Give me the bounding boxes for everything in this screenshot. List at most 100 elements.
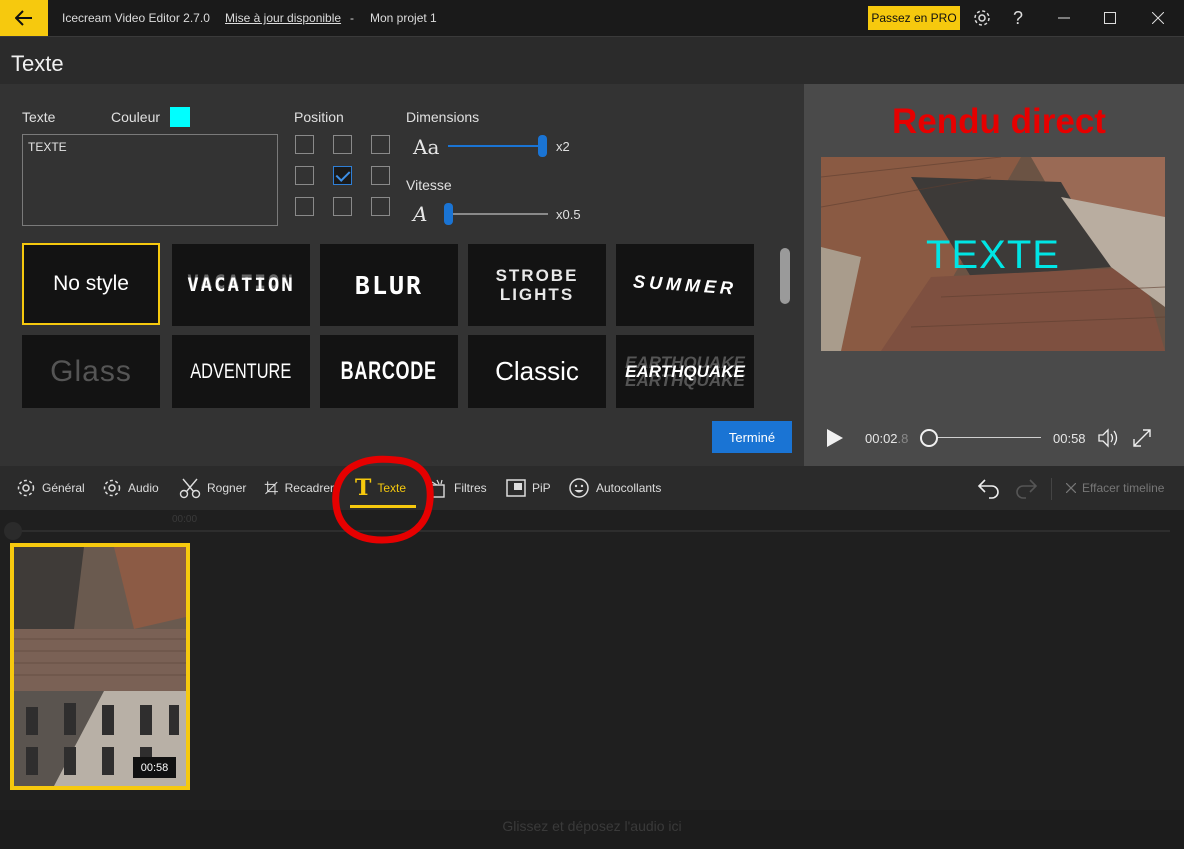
text-label: Texte	[22, 109, 56, 125]
gear-icon	[17, 479, 35, 497]
position-checkbox[interactable]	[295, 197, 314, 216]
tab-audio[interactable]: Audio	[102, 476, 159, 500]
position-checkbox[interactable]	[295, 166, 314, 185]
style-tile-classic[interactable]: Classic	[468, 335, 606, 408]
text-input[interactable]	[22, 134, 278, 226]
size-slider-thumb[interactable]	[538, 135, 547, 157]
app-name: Icecream Video Editor 2.7.0	[62, 11, 210, 25]
position-checkbox[interactable]	[333, 135, 352, 154]
smiley-icon	[569, 478, 589, 498]
style-tile-barcode[interactable]: BARCODE	[320, 335, 458, 408]
title-bar: Icecream Video Editor 2.7.0 Mise à jour …	[0, 0, 1184, 36]
color-label: Couleur	[111, 109, 161, 125]
back-button[interactable]	[0, 0, 48, 36]
tab-crop-label: Recadrer	[284, 481, 334, 495]
clip-duration-badge: 00:58	[133, 757, 176, 778]
tab-stickers-label: Autocollants	[596, 481, 662, 495]
undo-icon[interactable]	[977, 477, 1001, 504]
page-title: Texte	[11, 51, 64, 76]
tab-pip[interactable]: PiP	[506, 476, 551, 500]
tab-pip-label: PiP	[532, 481, 551, 495]
size-slider-fill	[448, 145, 542, 147]
style-tile-summer[interactable]: SUMMER	[616, 244, 754, 326]
preview-overlay-text: TEXTE	[926, 233, 1060, 277]
fullscreen-icon[interactable]	[1132, 428, 1152, 453]
x-icon	[1066, 483, 1076, 493]
preview-video: TEXTE	[821, 157, 1165, 351]
video-clip[interactable]	[10, 543, 190, 790]
timeline-ruler[interactable]	[12, 530, 1170, 532]
style-tile-label: Glass	[50, 354, 132, 388]
style-tile-label: BLUR	[354, 270, 424, 300]
tab-text-label: Texte	[377, 481, 407, 495]
position-checkbox[interactable]	[371, 135, 390, 154]
gear-icon[interactable]	[970, 6, 994, 30]
color-swatch[interactable]	[170, 107, 190, 127]
playback-thumb[interactable]	[920, 429, 938, 447]
position-checkbox[interactable]	[371, 197, 390, 216]
style-tile-strobe-lights[interactable]: STROBE LIGHTS	[468, 244, 606, 326]
audio-drop-hint: Glissez et déposez l'audio ici	[502, 818, 682, 834]
pro-button[interactable]: Passez en PRO	[868, 6, 960, 30]
speed-slider-track[interactable]	[448, 213, 548, 215]
tab-filters[interactable]: Filtres	[428, 476, 487, 500]
redo-icon[interactable]	[1014, 477, 1038, 504]
close-icon[interactable]	[1146, 6, 1170, 30]
style-tile-vacation[interactable]: VACATION	[172, 244, 310, 326]
position-checkbox[interactable]	[295, 135, 314, 154]
position-checkbox[interactable]	[333, 197, 352, 216]
project-name: Mon projet 1	[370, 11, 437, 25]
maximize-icon[interactable]	[1098, 6, 1122, 30]
minimize-icon[interactable]	[1052, 6, 1076, 30]
scissors-icon	[179, 478, 201, 499]
timeline-playhead[interactable]	[4, 522, 22, 540]
speed-value: x0.5	[556, 207, 581, 222]
style-tile-label: EARTHQUAKE	[625, 361, 745, 381]
style-tile-adventure[interactable]: ADVENTURE	[172, 335, 310, 408]
update-link[interactable]: Mise à jour disponible	[225, 11, 341, 25]
tab-general[interactable]: Général	[16, 476, 85, 500]
style-tile-label: VACATION	[187, 274, 295, 296]
tab-audio-label: Audio	[128, 481, 159, 495]
title-separator: -	[350, 11, 354, 25]
tab-stickers[interactable]: Autocollants	[568, 476, 661, 500]
speed-label: Vitesse	[406, 177, 452, 193]
style-tile-label: SUMMER	[632, 270, 738, 299]
speed-icon: A	[413, 202, 428, 226]
style-tile-label: Classic	[495, 356, 579, 386]
position-checkbox[interactable]	[333, 166, 352, 185]
tab-filters-label: Filtres	[454, 481, 487, 495]
clear-timeline-label: Effacer timeline	[1082, 481, 1165, 495]
style-tile-label: STROBE LIGHTS	[495, 266, 579, 304]
position-checkbox[interactable]	[371, 166, 390, 185]
size-value: x2	[556, 139, 570, 154]
active-tab-indicator	[350, 505, 416, 508]
clear-timeline-button[interactable]: Effacer timeline	[1066, 476, 1164, 500]
font-size-icon: Aa	[413, 135, 440, 159]
style-tile-label: BARCODE	[340, 357, 438, 385]
text-t-icon: T	[355, 475, 372, 501]
toolbar-divider	[1051, 478, 1052, 500]
audio-settings-icon	[103, 479, 121, 497]
tab-crop[interactable]: Recadrer	[264, 476, 334, 500]
speed-slider-thumb[interactable]	[444, 203, 453, 225]
style-tile-earthquake[interactable]: EARTHQUAKE	[616, 335, 754, 408]
filter-icon	[429, 479, 445, 498]
crop-icon	[264, 481, 278, 495]
tab-text[interactable]: T Texte	[355, 475, 407, 501]
tab-trim-label: Rogner	[207, 481, 247, 495]
live-render-title: Rendu direct	[892, 102, 1106, 141]
style-tile-glass[interactable]: Glass	[22, 335, 160, 408]
help-icon[interactable]: ?	[1006, 6, 1030, 30]
playback-track[interactable]	[925, 437, 1041, 438]
page-header: Texte	[0, 36, 1184, 84]
style-tile-blur[interactable]: BLUR	[320, 244, 458, 326]
style-tile-no-style[interactable]: No style	[22, 243, 160, 325]
play-icon[interactable]	[826, 428, 844, 453]
done-button[interactable]: Terminé	[712, 421, 792, 453]
back-arrow-icon	[15, 10, 32, 26]
volume-icon[interactable]	[1098, 428, 1120, 453]
styles-scrollbar[interactable]	[780, 248, 790, 304]
style-tile-label: No style	[53, 272, 129, 295]
tab-trim[interactable]: Rogner	[179, 476, 246, 500]
